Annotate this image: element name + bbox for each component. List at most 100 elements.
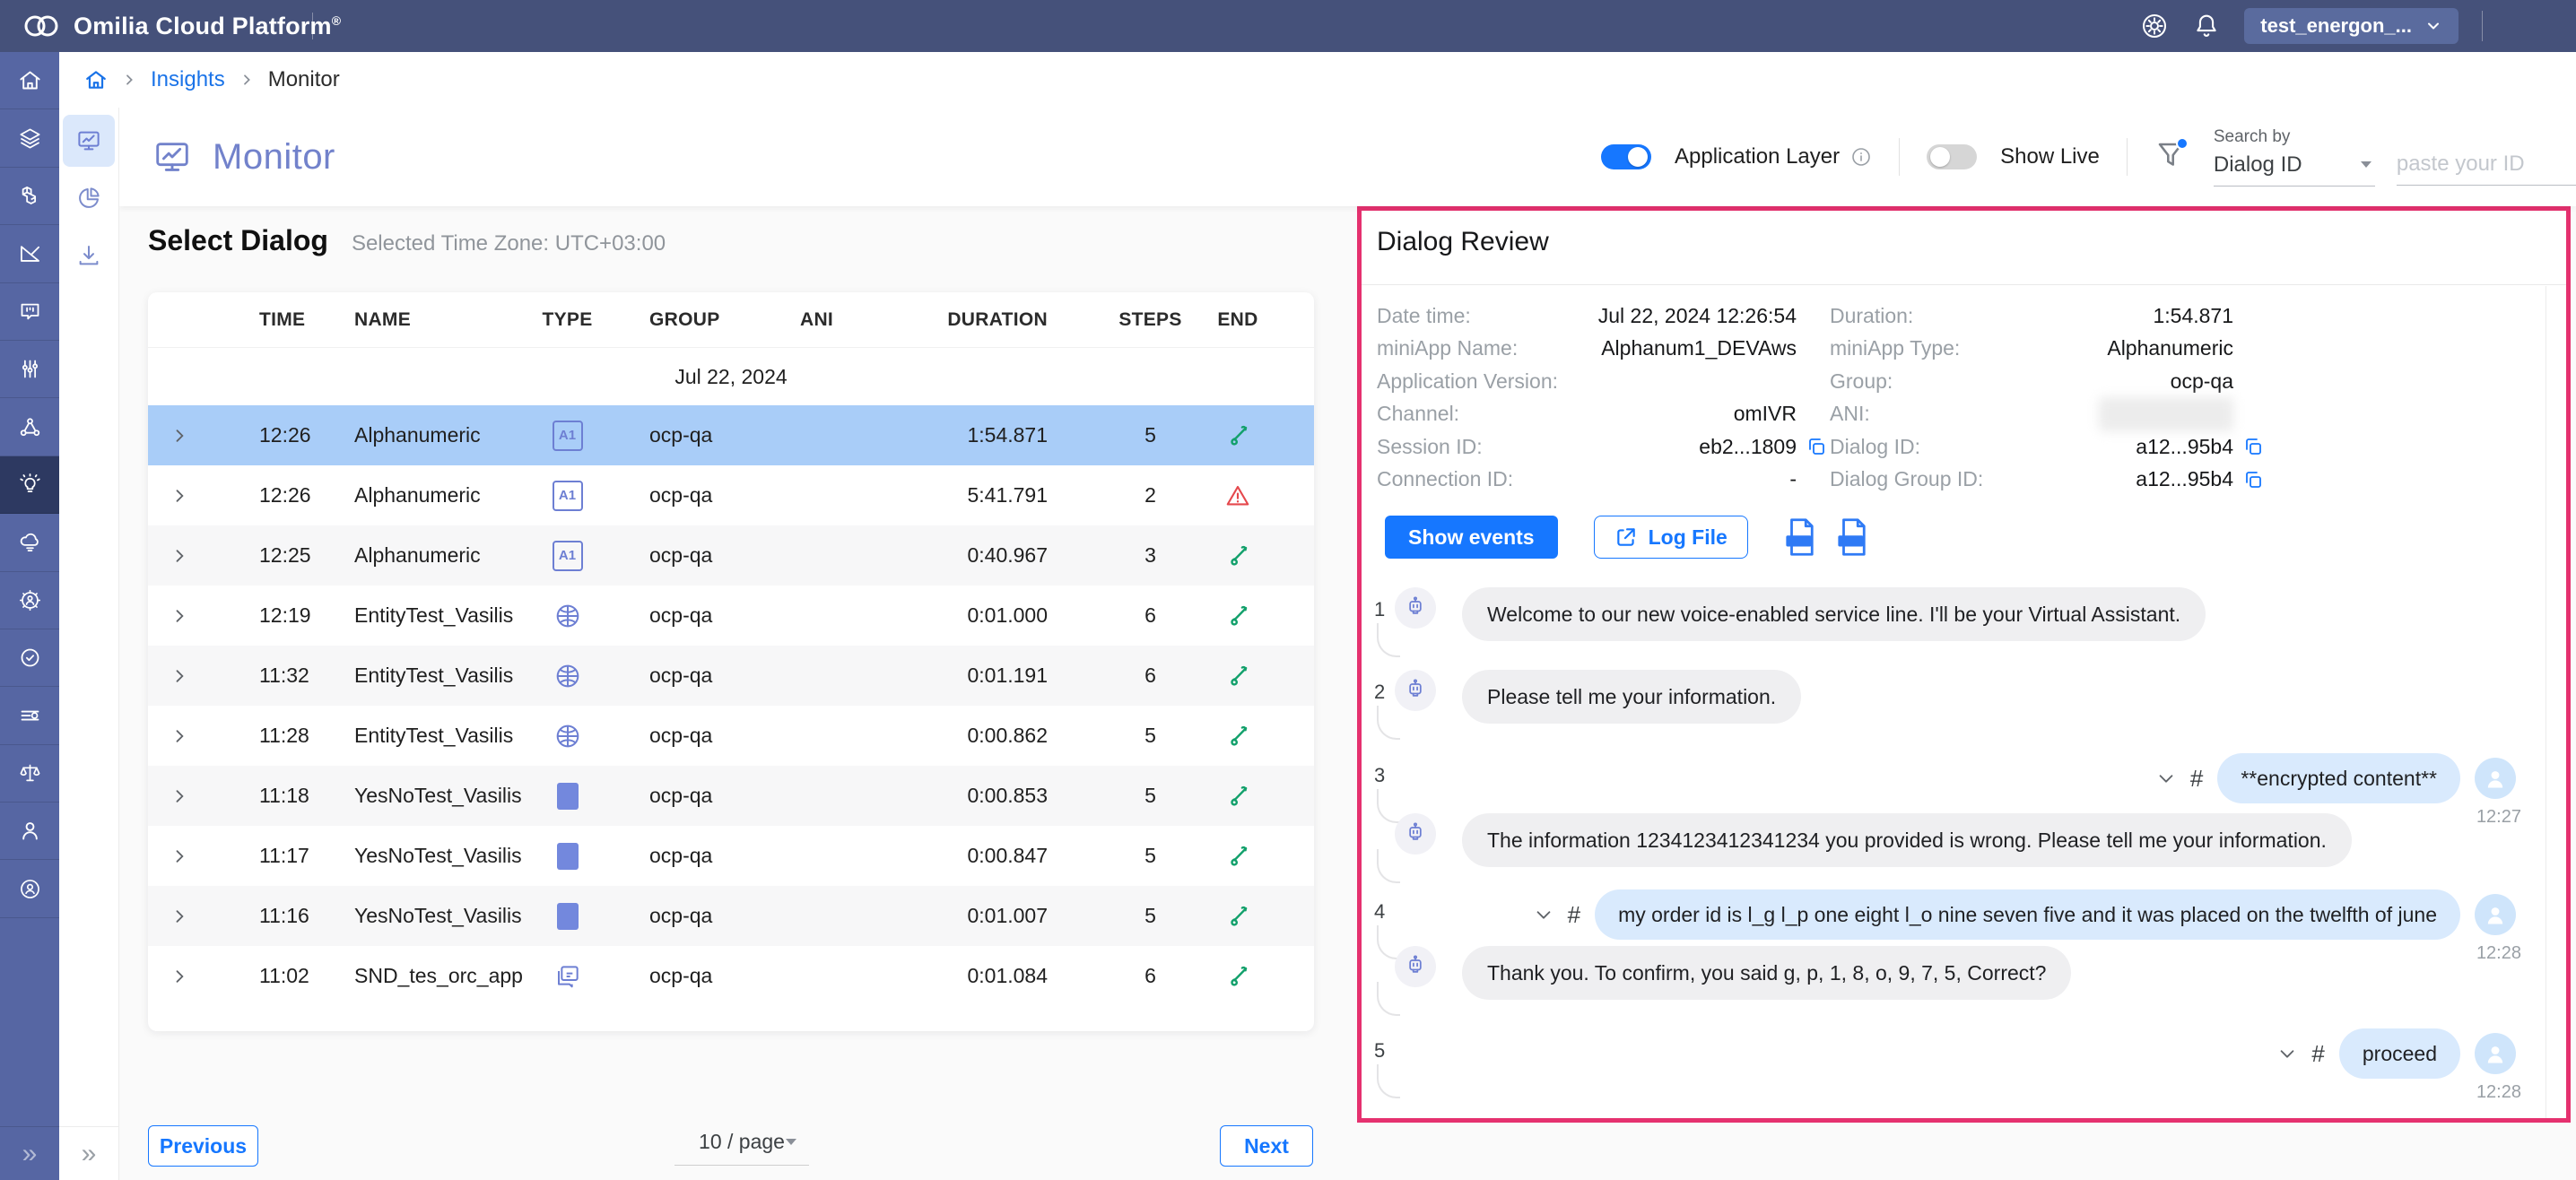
table-row[interactable]: 11:17 YesNoTest_Vasilis ocp-qa 0:00.847 … (148, 826, 1314, 886)
external-link-icon (1614, 525, 1638, 549)
sidebar-item-home[interactable] (0, 52, 59, 109)
expand-message-chevron-icon[interactable] (1534, 905, 1553, 924)
table-row[interactable]: 12:19 EntityTest_Vasilis ocp-qa 0:01.000… (148, 586, 1314, 646)
copy-icon[interactable] (1806, 436, 1827, 457)
search-by-select[interactable]: Search by Dialog ID (2214, 127, 2375, 187)
table-row[interactable]: 11:16 YesNoTest_Vasilis ocp-qa 0:01.007 … (148, 886, 1314, 946)
expand-chevron-icon[interactable] (148, 847, 211, 865)
table-row[interactable]: 12:26 Alphanumeric A1 ocp-qa 1:54.871 5 (148, 405, 1314, 465)
divider (1899, 138, 1900, 176)
row-time: 12:26 (211, 423, 309, 447)
filter-button[interactable] (2154, 139, 2187, 175)
insights-sub-sidebar: » (59, 108, 119, 1180)
sidebar-item-admin[interactable] (0, 572, 59, 629)
row-name: YesNoTest_Vasilis (309, 904, 511, 928)
row-name: Alphanumeric (309, 423, 511, 447)
expand-chevron-icon[interactable] (148, 727, 211, 745)
bot-avatar (1395, 946, 1436, 987)
copy-icon[interactable] (2242, 436, 2264, 457)
expand-chevron-icon[interactable] (148, 667, 211, 685)
field-value: a12...95b4 (2033, 467, 2233, 491)
sidebar-item-nlu[interactable] (0, 225, 59, 282)
next-page-button[interactable]: Next (1220, 1125, 1313, 1167)
expand-message-chevron-icon[interactable] (2277, 1044, 2297, 1063)
sidebar-item-pipelines[interactable] (0, 687, 59, 744)
sidebar-item-orchestrator[interactable] (0, 168, 59, 225)
table-row[interactable]: 11:18 YesNoTest_Vasilis ocp-qa 0:00.853 … (148, 766, 1314, 826)
subsidebar-item-export[interactable] (63, 230, 115, 282)
collapse-sub-sidebar-icon[interactable]: » (59, 1126, 118, 1180)
show-live-toggle[interactable] (1927, 144, 1977, 169)
sidebar-item-support[interactable] (0, 860, 59, 917)
application-layer-toggle[interactable] (1601, 144, 1651, 169)
page-size-select[interactable]: 10 / page (674, 1130, 809, 1166)
sidebar-item-quality[interactable] (0, 629, 59, 687)
table-row[interactable]: 12:26 Alphanumeric A1 ocp-qa 5:41.791 2 (148, 465, 1314, 525)
transcript-step: The information 1234123412341234 you pro… (1362, 813, 2566, 889)
expand-message-chevron-icon[interactable] (2156, 768, 2176, 788)
call-ended-icon (1224, 903, 1251, 930)
sidebar-item-compliance[interactable] (0, 745, 59, 803)
dialog-id-search-input[interactable] (2397, 152, 2576, 186)
bell-icon[interactable] (2192, 12, 2221, 40)
col-ani: ANI (758, 309, 928, 331)
hash-icon[interactable]: # (1568, 901, 1580, 929)
sidebar-item-config[interactable] (0, 341, 59, 398)
previous-page-button[interactable]: Previous (148, 1125, 258, 1167)
expand-chevron-icon[interactable] (148, 427, 211, 445)
row-group: ocp-qa (605, 483, 758, 508)
divider (1362, 284, 2566, 285)
expand-chevron-icon[interactable] (148, 907, 211, 925)
row-duration: 0:01.191 (928, 664, 1112, 688)
subsidebar-item-monitor[interactable] (63, 115, 115, 167)
sliders-icon (18, 357, 42, 381)
info-icon[interactable] (1850, 146, 1872, 168)
collapse-sidebar-icon[interactable]: » (0, 1126, 59, 1180)
hash-icon[interactable]: # (2311, 1040, 2324, 1068)
expand-chevron-icon[interactable] (148, 787, 211, 805)
sidebar-item-miniapps[interactable] (0, 109, 59, 167)
table-row[interactable]: 11:02 SND_tes_orc_app ocp-qa 0:01.084 6 (148, 946, 1314, 1006)
sidebar-item-deployments[interactable] (0, 514, 59, 571)
expand-chevron-icon[interactable] (148, 967, 211, 985)
table-row[interactable]: 11:32 EntityTest_Vasilis ocp-qa 0:01.191… (148, 646, 1314, 706)
show-events-button[interactable]: Show events (1385, 516, 1558, 559)
row-time: 11:02 (211, 964, 309, 988)
expand-chevron-icon[interactable] (148, 607, 211, 625)
sidebar-item-insights[interactable] (0, 456, 59, 514)
sidebar-item-users[interactable] (0, 803, 59, 860)
row-group: ocp-qa (605, 543, 758, 568)
sidebar-item-voice[interactable] (0, 283, 59, 341)
main-sidebar: » (0, 52, 59, 1180)
row-time: 11:28 (211, 724, 309, 748)
row-time: 12:25 (211, 543, 309, 568)
settings-sun-icon[interactable] (2140, 12, 2169, 40)
type-yesno-icon (557, 843, 579, 870)
type-dialog-icon (553, 962, 582, 991)
export-rtf-icon[interactable]: RTF (1834, 516, 1872, 558)
row-duration: 0:00.853 (928, 784, 1112, 808)
row-time: 11:18 (211, 784, 309, 808)
layers-icon (18, 126, 42, 151)
row-group: ocp-qa (605, 423, 758, 447)
step-number: 2 (1374, 681, 1385, 704)
row-duration: 0:40.967 (928, 543, 1112, 568)
select-caret-icon (786, 1139, 796, 1145)
sidebar-item-integrations[interactable] (0, 398, 59, 456)
export-json-icon[interactable]: JSON (1782, 516, 1820, 558)
breadcrumb-insights-link[interactable]: Insights (151, 67, 225, 92)
blocks-icon (18, 184, 42, 208)
badge-check-icon (18, 646, 42, 670)
expand-chevron-icon[interactable] (148, 547, 211, 565)
table-row[interactable]: 11:28 EntityTest_Vasilis ocp-qa 0:00.862… (148, 706, 1314, 766)
subsidebar-item-reports[interactable] (63, 172, 115, 224)
table-row[interactable]: 12:25 Alphanumeric A1 ocp-qa 0:40.967 3 (148, 525, 1314, 586)
svg-text:RTF: RTF (1843, 538, 1858, 546)
account-menu-button[interactable]: test_energon_... (2244, 8, 2459, 44)
hash-icon[interactable]: # (2190, 765, 2203, 793)
row-time: 11:16 (211, 904, 309, 928)
copy-icon[interactable] (2242, 469, 2264, 490)
log-file-button[interactable]: Log File (1594, 516, 1748, 559)
breadcrumb-home-icon[interactable] (84, 68, 108, 91)
expand-chevron-icon[interactable] (148, 487, 211, 505)
